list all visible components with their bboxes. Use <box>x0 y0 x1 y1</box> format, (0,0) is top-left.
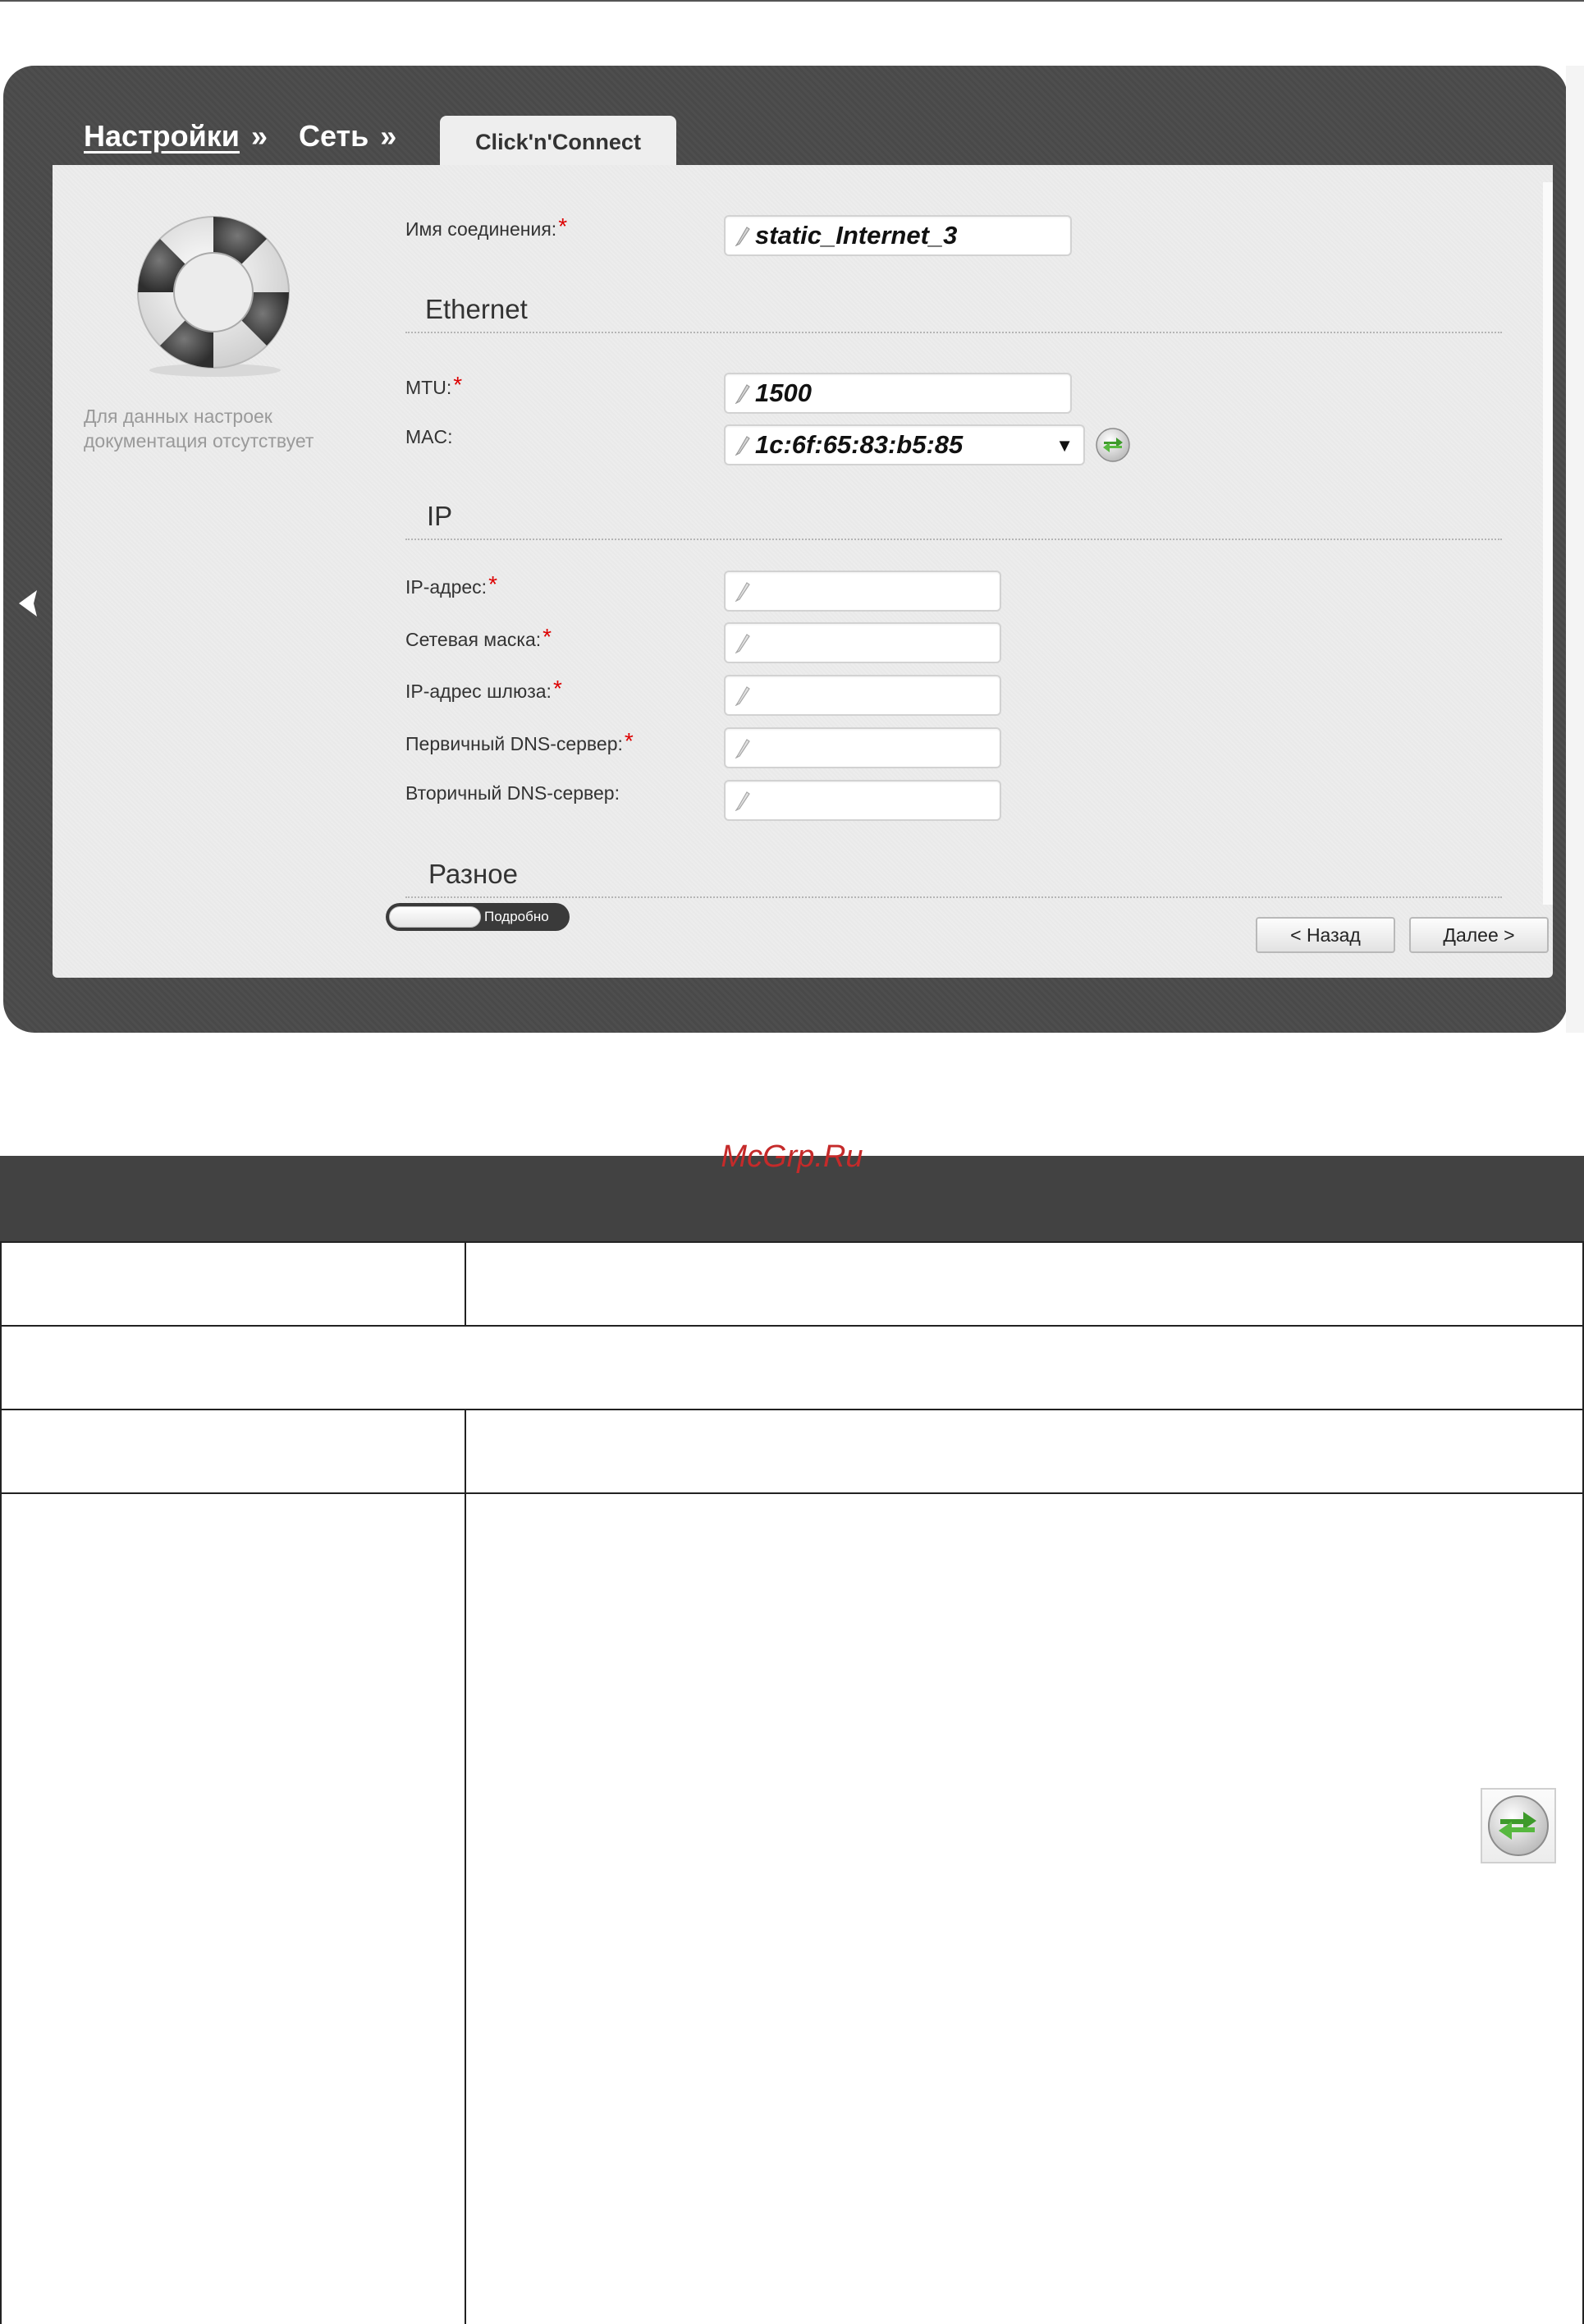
toggle-knob <box>389 906 481 928</box>
section-title-ip: IP <box>427 501 453 531</box>
back-button[interactable]: < Назад <box>1256 917 1395 953</box>
ip-address-label: IP-адрес:* <box>405 571 497 598</box>
pencil-icon <box>735 384 750 404</box>
connection-name-label: Имя соединения:* <box>405 213 568 240</box>
ip-address-input[interactable] <box>724 571 1001 612</box>
page-top-rule <box>0 0 1584 2</box>
watermark: McGrp.Ru <box>721 1139 863 1174</box>
breadcrumb: Настройки » Сеть » <box>84 119 428 154</box>
secondary-dns-label: Вторичный DNS-сервер: <box>405 782 620 804</box>
table-cell <box>465 1492 1584 2324</box>
section-divider <box>405 539 1502 540</box>
mtu-value: 1500 <box>755 378 812 407</box>
table-cell <box>0 1241 468 1328</box>
refresh-arrows-icon <box>1481 1788 1556 1863</box>
mac-value: 1c:6f:65:83:b5:85 <box>755 430 964 459</box>
secondary-dns-input[interactable] <box>724 780 1001 821</box>
pencil-icon <box>735 436 750 456</box>
table-cell <box>0 1492 468 2324</box>
section-title-ethernet: Ethernet <box>425 294 528 324</box>
connection-name-input[interactable]: static_Internet_3 <box>724 215 1072 256</box>
pencil-icon <box>735 686 750 706</box>
mac-select[interactable]: 1c:6f:65:83:b5:85 ▼ <box>724 424 1085 465</box>
details-toggle-label: Подробно <box>484 909 549 924</box>
breadcrumb-separator: » <box>250 119 268 153</box>
table-section-row <box>0 1325 1584 1412</box>
subnet-mask-label: Сетевая маска:* <box>405 624 552 650</box>
breadcrumb-item-settings[interactable]: Настройки <box>84 119 240 154</box>
table-cell <box>465 1241 1584 1328</box>
section-divider <box>405 332 1502 333</box>
section-divider <box>405 896 1502 898</box>
breadcrumb-separator: » <box>380 119 397 153</box>
pencil-icon <box>735 582 750 602</box>
pencil-icon <box>735 227 750 246</box>
gateway-label: IP-адрес шлюза:* <box>405 676 562 702</box>
primary-dns-input[interactable] <box>724 727 1001 768</box>
panel-scrollbar[interactable] <box>1543 182 1553 905</box>
breadcrumb-item-network[interactable]: Сеть <box>299 119 369 154</box>
chevron-left-icon[interactable] <box>13 583 43 624</box>
frame-right-edge <box>1566 66 1584 1033</box>
chevron-down-icon: ▼ <box>1055 435 1074 456</box>
pencil-icon <box>735 634 750 653</box>
mtu-label: MTU:* <box>405 372 463 398</box>
gateway-input[interactable] <box>724 675 1001 716</box>
subnet-mask-input[interactable] <box>724 622 1001 663</box>
connection-name-value: static_Internet_3 <box>755 221 958 250</box>
details-toggle[interactable]: Подробно <box>386 903 570 931</box>
next-button[interactable]: Далее > <box>1409 917 1549 953</box>
pencil-icon <box>735 791 750 811</box>
table-cell <box>465 1409 1584 1496</box>
mac-label: MAC: <box>405 426 453 447</box>
primary-dns-label: Первичный DNS-сервер:* <box>405 728 634 754</box>
clone-mac-button[interactable] <box>1095 427 1131 463</box>
section-title-misc: Разное <box>428 859 518 889</box>
tab-click-n-connect[interactable]: Click'n'Connect <box>440 116 676 168</box>
help-text: Для данных настроек документация отсутст… <box>84 406 314 452</box>
mtu-input[interactable]: 1500 <box>724 373 1072 414</box>
pencil-icon <box>735 739 750 759</box>
refresh-arrows-icon <box>1096 428 1130 462</box>
table-cell <box>0 1409 468 1496</box>
lifebuoy-icon <box>123 202 304 383</box>
